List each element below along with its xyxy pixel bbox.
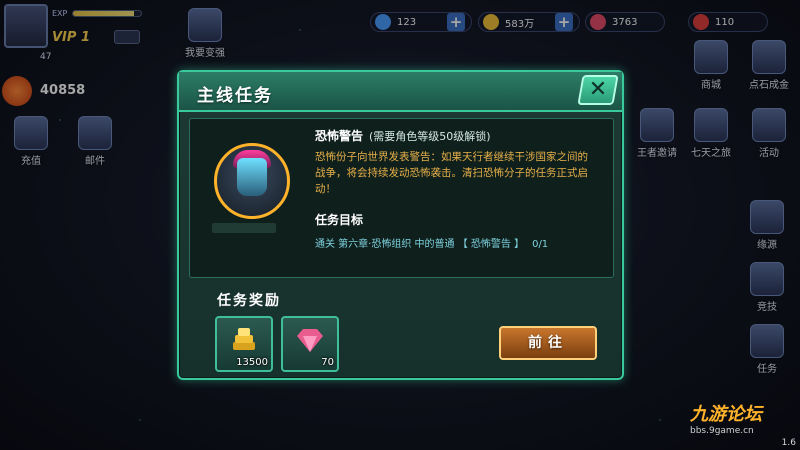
task-title: 恐怖警告: [315, 129, 364, 143]
goal-title: 任务目标: [315, 213, 364, 227]
close-icon: ✕: [588, 77, 608, 102]
reward-gold-qty: 13500: [236, 357, 268, 368]
task-description: 恐怖份子向世界发表警告：如果天行者继续干涉国家之间的战争，将会持续发动恐怖袭击。…: [315, 151, 588, 195]
task-name: 恐怖警告 (需要角色等级50级解锁): [315, 127, 491, 144]
version-text: 1.6: [781, 438, 796, 448]
pink-gem-icon: [297, 329, 323, 352]
robot-face-icon: [237, 158, 267, 196]
goal-progress: 0/1: [532, 239, 549, 250]
watermark-logo: 九游论坛: [690, 404, 762, 425]
portrait-nameplate: [212, 223, 276, 233]
go-button[interactable]: 前往: [499, 326, 597, 360]
forum-watermark: 九游论坛 bbs.9game.cn: [690, 400, 762, 436]
reward-gem-qty: 70: [321, 357, 334, 368]
task-requirement: (需要角色等级50级解锁): [369, 130, 491, 143]
dialog-title: 主线任务: [197, 86, 273, 106]
close-button[interactable]: ✕: [577, 75, 619, 105]
dialog-header: 主线任务 ✕: [179, 72, 622, 112]
reward-gold[interactable]: 13500: [215, 316, 273, 372]
watermark-url: bbs.9game.cn: [690, 426, 754, 436]
reward-title: 任务奖励: [217, 293, 281, 309]
reward-gem[interactable]: 70: [281, 316, 339, 372]
goal-description: 通关 第六章·恐怖组织 中的普通 【 恐怖警告 】: [315, 239, 525, 250]
gold-coins-icon: [233, 328, 255, 350]
quest-info-panel: 恐怖警告 (需要角色等级50级解锁) 恐怖份子向世界发表警告：如果天行者继续干涉国…: [189, 118, 614, 278]
enemy-portrait: [214, 143, 290, 219]
goal-text: 通关 第六章·恐怖组织 中的普通 【 恐怖警告 】 0/1: [315, 235, 548, 250]
main-quest-dialog: 主线任务 ✕ 恐怖警告 (需要角色等级50级解锁) 恐怖份子向世界发表警告：如果天…: [177, 70, 624, 380]
